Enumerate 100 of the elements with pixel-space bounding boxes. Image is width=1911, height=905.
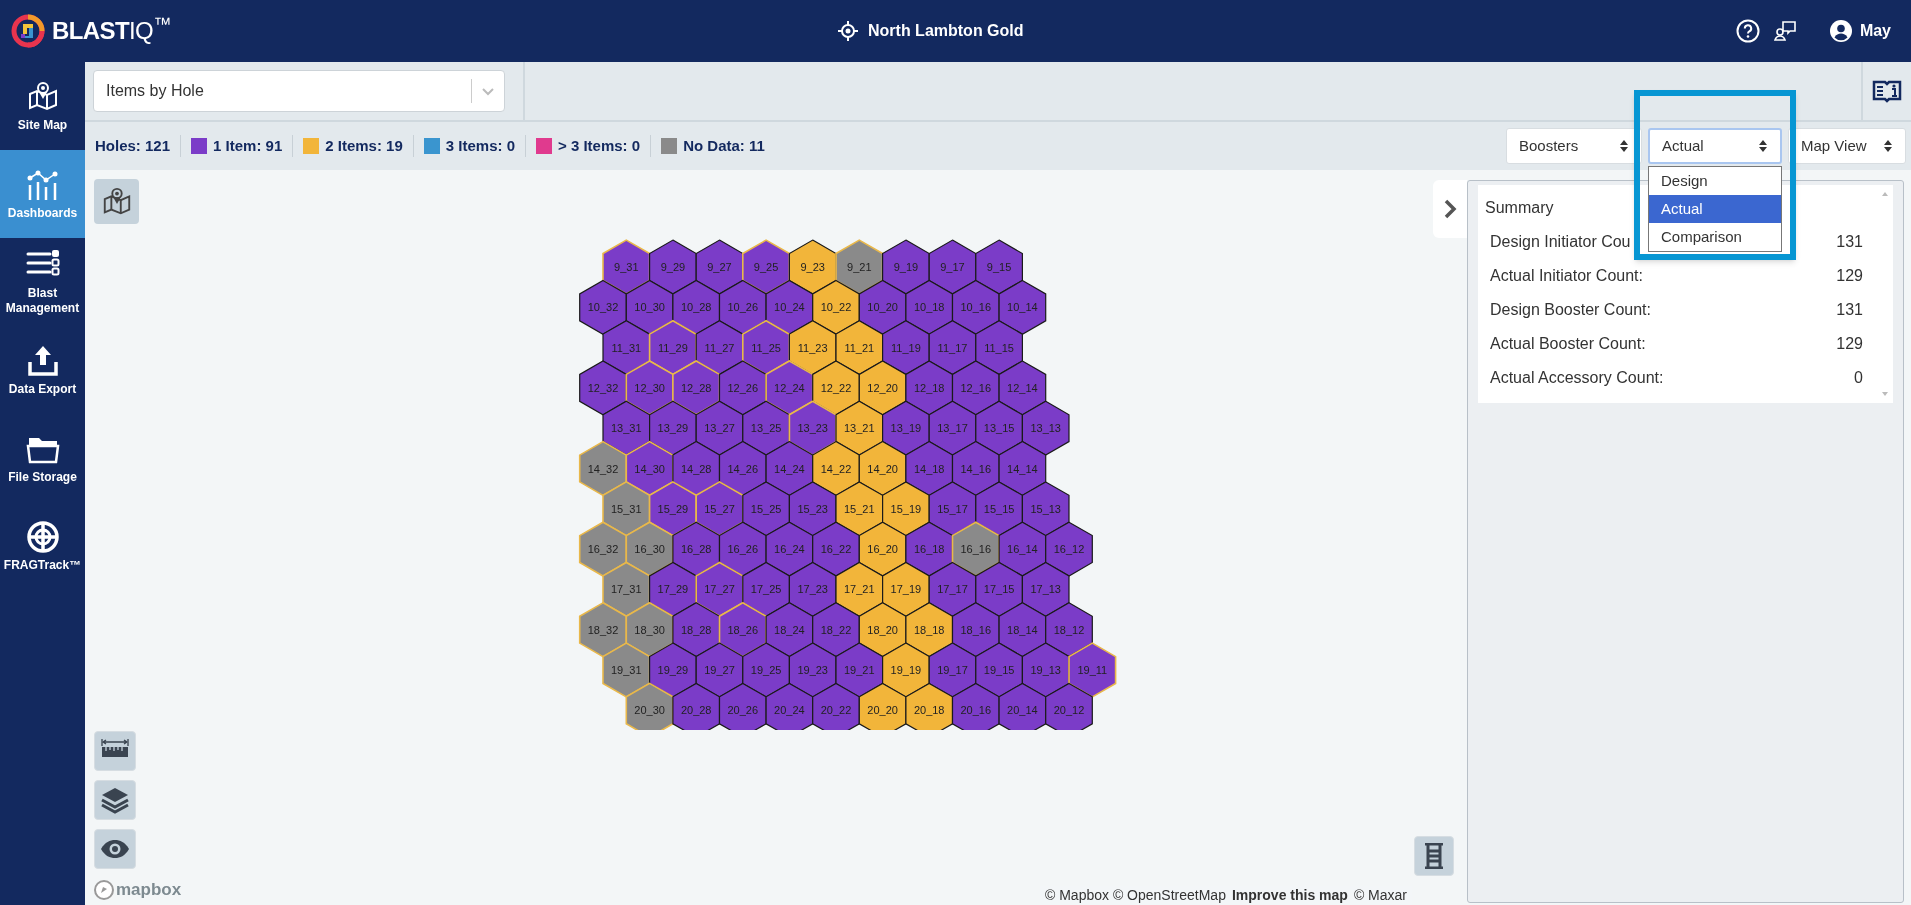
blast-hole-hex[interactable] xyxy=(928,239,977,295)
ladder-button[interactable] xyxy=(1414,836,1454,876)
hole-label: 15_21 xyxy=(844,502,875,515)
visibility-button[interactable] xyxy=(94,829,136,869)
hole-label: 15_29 xyxy=(657,502,689,515)
hole-label: 18_32 xyxy=(587,623,619,636)
hole-label: 9_25 xyxy=(753,261,779,273)
summary-value: 131 xyxy=(1836,232,1863,252)
blast-hole-hex[interactable] xyxy=(649,239,697,295)
hole-label: 18_22 xyxy=(820,623,852,636)
blast-hole-hex[interactable] xyxy=(835,320,884,376)
blast-hole-hex[interactable] xyxy=(975,239,1023,295)
blast-hole-hex[interactable] xyxy=(625,682,674,730)
hole-label: 14_30 xyxy=(634,462,665,475)
legend-label: No Data: 11 xyxy=(683,135,765,156)
hole-label: 15_17 xyxy=(937,502,968,515)
chevron-right-icon xyxy=(1443,198,1457,220)
hole-label: 12_30 xyxy=(634,381,665,394)
user-name[interactable]: May xyxy=(1859,19,1891,43)
blast-hole-hex[interactable] xyxy=(951,682,1000,730)
hole-label: 16_26 xyxy=(727,543,759,556)
hole-label: 14_32 xyxy=(587,462,619,475)
hole-label: 9_23 xyxy=(800,261,825,273)
hole-label: 15_27 xyxy=(704,502,735,515)
select-dropdown[interactable]: Map View xyxy=(1788,128,1906,164)
hole-label: 18_20 xyxy=(867,623,898,636)
blast-hole-hex[interactable] xyxy=(998,682,1047,730)
hole-label: 15_23 xyxy=(797,502,828,515)
summary-title: Summary xyxy=(1485,198,1554,218)
hole-label: 13_21 xyxy=(844,422,875,435)
hole-label: 10_32 xyxy=(587,301,619,314)
blast-hole-hex[interactable] xyxy=(998,360,1047,416)
blast-hole-hex[interactable] xyxy=(905,682,954,730)
summary-label: Actual Accessory Count: xyxy=(1490,368,1664,388)
blast-hole-hex[interactable] xyxy=(718,682,767,730)
blast-hole-hex[interactable] xyxy=(579,360,627,416)
chat-person-icon[interactable] xyxy=(1773,20,1796,42)
hole-label: 17_27 xyxy=(704,583,735,596)
hole-label: 9_29 xyxy=(660,261,686,273)
hole-label: 19_19 xyxy=(890,664,922,676)
hole-label: 9_31 xyxy=(614,261,639,273)
hole-label: 17_29 xyxy=(657,583,689,596)
blast-hole-hex[interactable] xyxy=(1045,682,1093,730)
blast-hole-hex[interactable] xyxy=(998,279,1047,335)
summary-value: 0 xyxy=(1854,368,1863,388)
blast-hole-hex[interactable] xyxy=(835,561,884,617)
hole-label: 11_31 xyxy=(611,341,642,354)
user-avatar-icon[interactable] xyxy=(1829,20,1852,42)
hole-label: 12_18 xyxy=(913,381,945,394)
blast-hole-hex[interactable] xyxy=(812,682,860,730)
sort-caret-icon xyxy=(1619,139,1629,153)
select-dropdown[interactable]: Boosters xyxy=(1506,128,1642,164)
book-info-icon[interactable] xyxy=(1872,79,1902,103)
summary-value: 131 xyxy=(1836,300,1863,320)
ruler-button[interactable] xyxy=(94,731,136,771)
blast-hole-hex[interactable] xyxy=(882,239,930,295)
hole-label: 18_18 xyxy=(913,623,945,636)
blast-hole-hex[interactable] xyxy=(765,682,814,730)
select-dropdown[interactable]: Actual xyxy=(1648,128,1782,164)
dropdown-option[interactable]: Actual xyxy=(1649,195,1781,223)
view-select[interactable]: Items by Hole xyxy=(93,70,505,112)
blast-hole-hex[interactable] xyxy=(579,279,627,335)
layers-button[interactable] xyxy=(94,780,136,820)
blast-hole-hex[interactable] xyxy=(1045,602,1093,658)
hole-label: 20_14 xyxy=(1007,704,1038,717)
map-attribution: © Mapbox © OpenStreetMap xyxy=(1045,886,1226,905)
blast-hole-hex[interactable] xyxy=(1045,521,1093,577)
blast-hole-hex[interactable] xyxy=(882,561,930,617)
blast-hole-hex[interactable] xyxy=(578,440,628,497)
collapse-panel-button[interactable] xyxy=(1433,180,1467,238)
hole-label: 17_23 xyxy=(797,583,828,596)
hole-label: 16_20 xyxy=(867,543,898,556)
hole-label: 19_21 xyxy=(844,664,875,676)
hole-label: 17_13 xyxy=(1030,583,1061,596)
legend-label: 2 Items: 19 xyxy=(325,135,403,156)
layers-icon xyxy=(100,786,130,814)
hole-label: 9_19 xyxy=(893,261,919,273)
help-icon[interactable] xyxy=(1735,19,1760,43)
blast-hole-hex[interactable] xyxy=(602,320,651,376)
hole-label: 19_29 xyxy=(657,664,689,676)
map-toggle-button[interactable] xyxy=(94,179,139,224)
hole-label: 16_16 xyxy=(960,543,992,556)
blast-hole-hex[interactable] xyxy=(672,682,721,730)
summary-label: Design Booster Count: xyxy=(1490,300,1651,320)
hole-label: 9_21 xyxy=(847,261,872,273)
improve-map-link[interactable]: Improve this map xyxy=(1231,885,1348,905)
site-name: North Lambton Gold xyxy=(868,21,1024,41)
blast-hole-hex[interactable] xyxy=(858,682,907,730)
blast-hole-hex[interactable] xyxy=(1068,642,1117,698)
hole-label: 14_22 xyxy=(820,462,852,475)
legend-label: 3 Items: 0 xyxy=(445,135,515,156)
blast-hole-hex[interactable] xyxy=(928,561,977,617)
blast-hole-hex[interactable] xyxy=(1021,481,1070,537)
hole-label: 20_30 xyxy=(634,704,665,717)
summary-label: Actual Initiator Count: xyxy=(1490,266,1643,286)
hole-label: 10_24 xyxy=(774,301,805,314)
blast-hole-hex[interactable] xyxy=(602,642,651,698)
blast-hole-hex[interactable] xyxy=(882,320,930,376)
blast-hole-hex[interactable] xyxy=(1021,400,1070,456)
blast-hole-hex[interactable] xyxy=(905,440,954,497)
